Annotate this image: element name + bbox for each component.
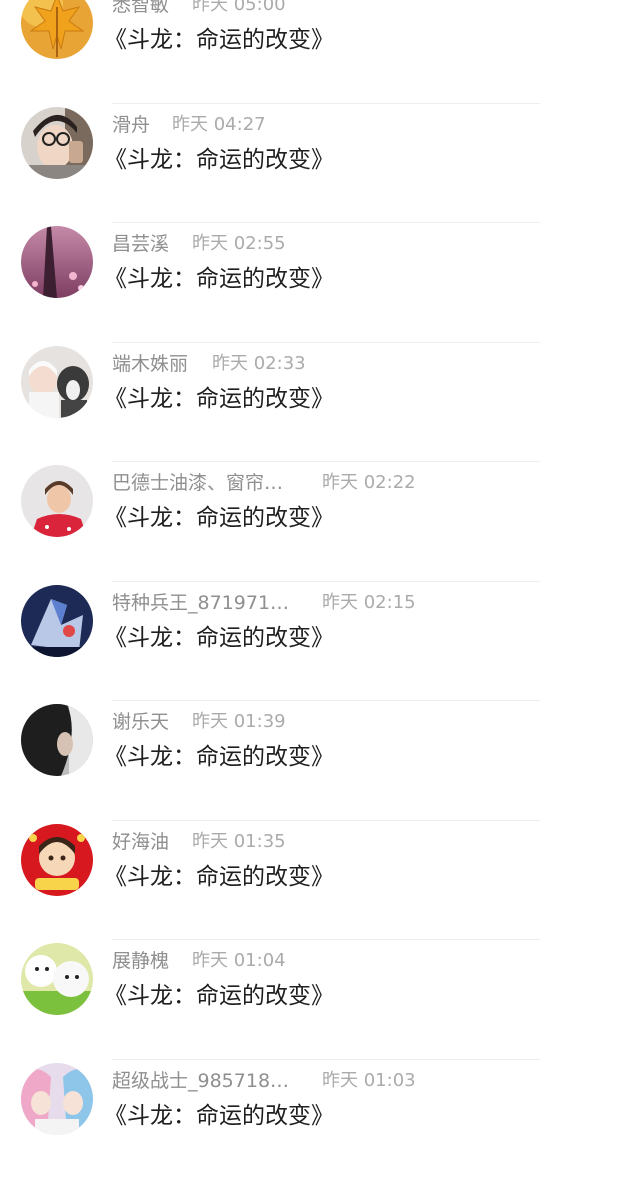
message-item[interactable]: 展静槐 昨天 01:04 《斗龙：命运的改变》 <box>0 940 640 1060</box>
message-text[interactable]: 《斗龙：命运的改变》 <box>104 622 334 654</box>
avatar[interactable] <box>21 0 93 59</box>
message-time: 昨天 05:00 <box>192 0 286 18</box>
sender-name[interactable]: 昌芸溪 <box>112 231 169 257</box>
white-buns-avatar-icon <box>21 943 93 1015</box>
message-text[interactable]: 《斗龙：命运的改变》 <box>104 1100 334 1132</box>
eiffel-tower-avatar-icon <box>21 226 93 298</box>
sender-name[interactable]: 巴德士油漆、窗帘… <box>112 470 283 496</box>
message-text[interactable]: 《斗龙：命运的改变》 <box>104 741 334 773</box>
message-text[interactable]: 《斗龙：命运的改变》 <box>104 861 334 893</box>
sender-name[interactable]: 谢乐天 <box>112 709 169 735</box>
message-item[interactable]: 超级战士_985718… 昨天 01:03 《斗龙：命运的改变》 <box>0 1060 640 1179</box>
sender-name[interactable]: 特种兵王_871971… <box>112 590 289 616</box>
message-time: 昨天 02:15 <box>322 590 416 616</box>
message-time: 昨天 01:35 <box>192 829 286 855</box>
sender-name[interactable]: 悉智敏 <box>112 0 169 18</box>
avatar[interactable] <box>21 346 93 418</box>
message-item[interactable]: 滑舟 昨天 04:27 《斗龙：命运的改变》 <box>0 104 640 224</box>
message-item[interactable]: 昌芸溪 昨天 02:55 《斗龙：命运的改变》 <box>0 223 640 343</box>
message-item[interactable]: 端木姝丽 昨天 02:33 《斗龙：命运的改变》 <box>0 343 640 463</box>
maple-leaf-avatar-icon <box>21 0 93 59</box>
message-text[interactable]: 《斗龙：命运的改变》 <box>104 144 334 176</box>
anime-twins-avatar-icon <box>21 1063 93 1135</box>
message-time: 昨天 02:22 <box>322 470 416 496</box>
avatar[interactable] <box>21 585 93 657</box>
message-text[interactable]: 《斗龙：命运的改变》 <box>104 24 334 56</box>
message-time: 昨天 02:33 <box>212 351 306 377</box>
message-text[interactable]: 《斗龙：命运的改变》 <box>104 502 334 534</box>
selfie-avatar-icon <box>21 107 93 179</box>
avatar[interactable] <box>21 107 93 179</box>
avatar[interactable] <box>21 226 93 298</box>
avatar[interactable] <box>21 1063 93 1135</box>
message-text[interactable]: 《斗龙：命运的改变》 <box>104 980 334 1012</box>
avatar[interactable] <box>21 704 93 776</box>
sender-name[interactable]: 滑舟 <box>112 112 150 138</box>
sender-name[interactable]: 展静槐 <box>112 948 169 974</box>
message-item[interactable]: 好海油 昨天 01:35 《斗龙：命运的改变》 <box>0 821 640 941</box>
message-item[interactable]: 特种兵王_871971… 昨天 02:15 《斗龙：命运的改变》 <box>0 582 640 702</box>
sender-name[interactable]: 超级战士_985718… <box>112 1068 289 1094</box>
dark-portrait-avatar-icon <box>21 704 93 776</box>
message-text[interactable]: 《斗龙：命运的改变》 <box>104 383 334 415</box>
sender-name[interactable]: 好海油 <box>112 829 169 855</box>
message-time: 昨天 04:27 <box>172 112 266 138</box>
message-item[interactable]: 悉智敏 昨天 05:00 《斗龙：命运的改变》 <box>0 0 640 104</box>
message-time: 昨天 02:55 <box>192 231 286 257</box>
message-time: 昨天 01:39 <box>192 709 286 735</box>
message-item[interactable]: 巴德士油漆、窗帘… 昨天 02:22 《斗龙：命运的改变》 <box>0 462 640 582</box>
message-time: 昨天 01:04 <box>192 948 286 974</box>
message-item[interactable]: 谢乐天 昨天 01:39 《斗龙：命运的改变》 <box>0 701 640 821</box>
anime-mecha-avatar-icon <box>21 585 93 657</box>
woman-portrait-avatar-icon <box>21 465 93 537</box>
sender-name[interactable]: 端木姝丽 <box>112 351 188 377</box>
avatar[interactable] <box>21 824 93 896</box>
message-time: 昨天 01:03 <box>322 1068 416 1094</box>
baby-with-dog-avatar-icon <box>21 346 93 418</box>
avatar[interactable] <box>21 465 93 537</box>
avatar[interactable] <box>21 943 93 1015</box>
message-text[interactable]: 《斗龙：命运的改变》 <box>104 263 334 295</box>
new-year-boy-avatar-icon <box>21 824 93 896</box>
